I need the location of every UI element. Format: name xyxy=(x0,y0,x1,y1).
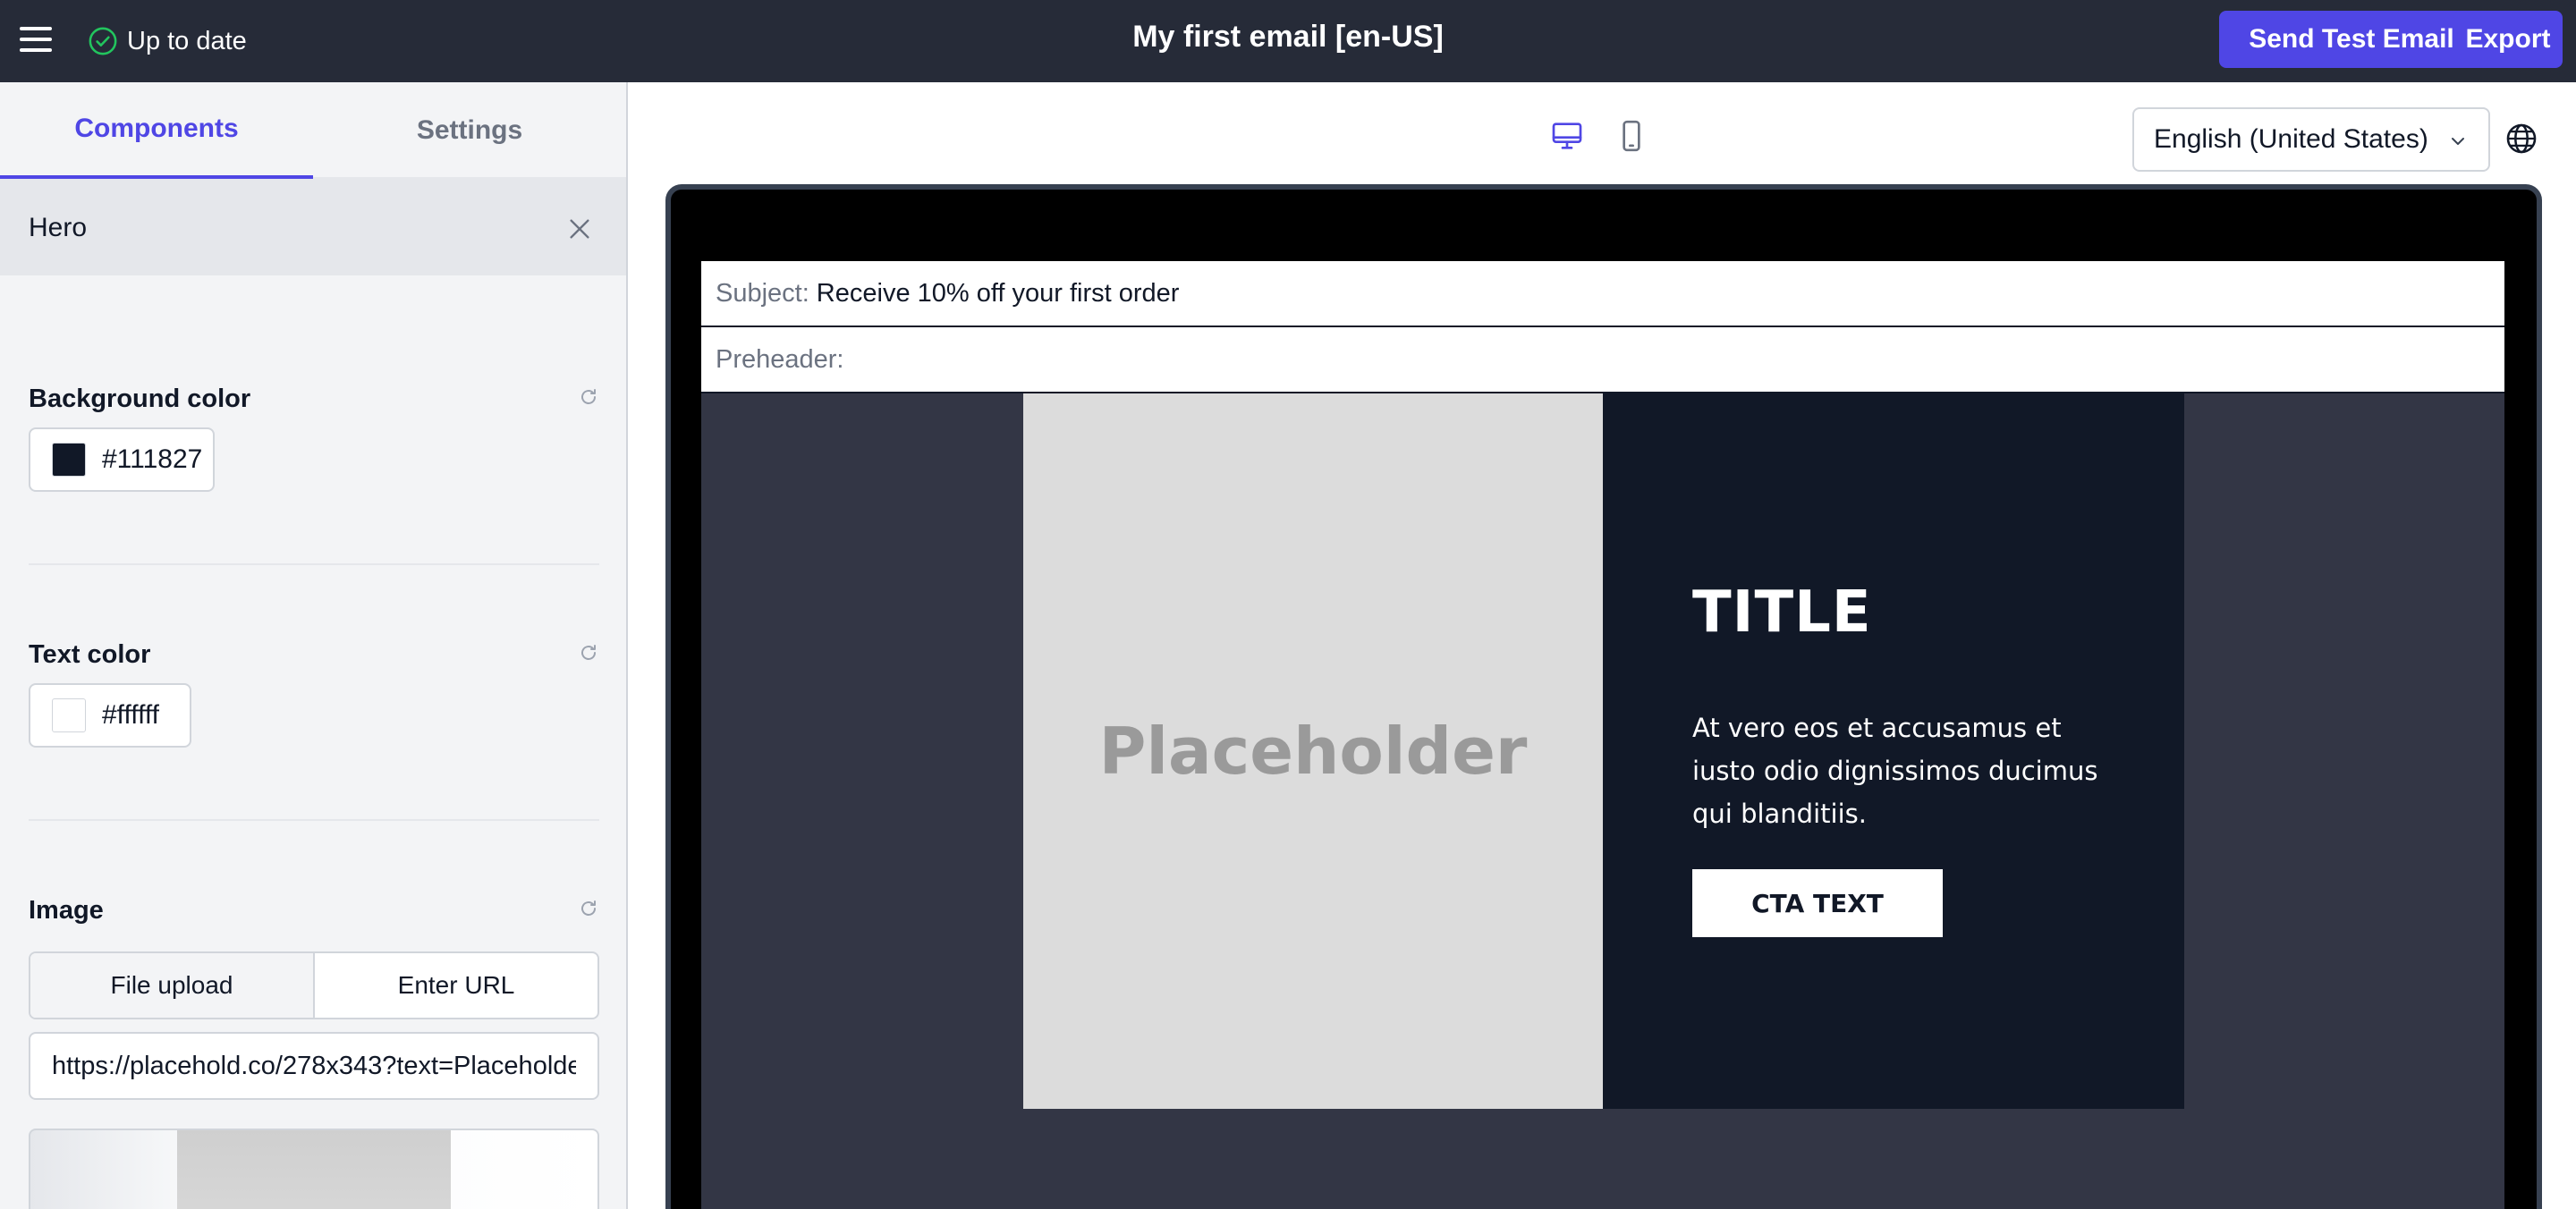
export-button[interactable]: Export xyxy=(2453,11,2563,68)
device-toggle xyxy=(1549,118,1649,154)
component-header: Hero xyxy=(0,179,626,275)
component-title: Hero xyxy=(29,213,88,242)
save-status: Up to date xyxy=(88,23,247,59)
top-bar: Up to date My first email [en-US] Send T… xyxy=(0,0,2576,82)
email-body: Placeholder TITLE At vero eos et accusam… xyxy=(701,393,2504,1209)
subject-value: Receive 10% off your first order xyxy=(816,278,1180,308)
email-meta: Subject: Receive 10% off your first orde… xyxy=(701,261,2504,393)
tab-components[interactable]: Components xyxy=(0,82,313,179)
refresh-icon[interactable] xyxy=(578,386,599,408)
hamburger-icon[interactable] xyxy=(20,25,52,54)
text-color-label: Text color xyxy=(29,640,151,669)
preheader-label: Preheader: xyxy=(716,344,844,374)
file-upload-button[interactable]: File upload xyxy=(30,953,315,1018)
image-label: Image xyxy=(29,896,104,925)
check-circle-icon xyxy=(89,27,117,55)
background-color-value: #111827 xyxy=(102,444,203,474)
sidebar-tabs: Components Settings xyxy=(0,82,626,179)
divider xyxy=(29,563,599,565)
email-title: My first email [en-US] xyxy=(1132,20,1444,54)
enter-url-button[interactable]: Enter URL xyxy=(315,953,597,1018)
subject-label: Subject: xyxy=(716,278,809,308)
background-color-swatch xyxy=(52,443,86,477)
hero-title: TITLE xyxy=(1692,579,1872,646)
image-preview xyxy=(29,1129,599,1209)
globe-icon[interactable] xyxy=(2504,122,2538,156)
tab-settings[interactable]: Settings xyxy=(313,82,626,179)
mobile-icon[interactable] xyxy=(1614,118,1649,154)
text-color-swatch xyxy=(52,698,86,732)
hero-image: Placeholder xyxy=(1023,393,1603,1109)
hero-text: At vero eos et accusamus et iusto odio d… xyxy=(1692,713,2098,829)
desktop-icon[interactable] xyxy=(1549,118,1585,154)
chevron-down-icon xyxy=(2452,138,2464,145)
close-icon[interactable] xyxy=(565,215,594,243)
language-select[interactable]: English (United States) xyxy=(2132,107,2490,172)
subject-row: Subject: Receive 10% off your first orde… xyxy=(701,261,2504,327)
background-color-picker[interactable]: #111827 xyxy=(29,427,215,492)
language-value: English (United States) xyxy=(2154,124,2428,154)
status-text: Up to date xyxy=(127,26,247,55)
divider xyxy=(29,819,599,821)
hero-component[interactable]: Placeholder TITLE At vero eos et accusam… xyxy=(1023,393,2184,1109)
send-test-email-button[interactable]: Send Test Email xyxy=(2219,11,2484,68)
hero-cta-button[interactable]: CTA TEXT xyxy=(1692,869,1943,937)
image-preview-content xyxy=(177,1130,451,1209)
sidebar: Components Settings Hero Background colo… xyxy=(0,82,628,1209)
background-color-label: Background color xyxy=(29,385,251,413)
refresh-icon[interactable] xyxy=(578,898,599,919)
text-color-picker[interactable]: #ffffff xyxy=(29,683,191,748)
text-color-value: #ffffff xyxy=(102,700,159,730)
preheader-row: Preheader: xyxy=(701,327,2504,393)
preview-canvas: English (United States) Subject: Receive… xyxy=(628,82,2576,1209)
hero-image-placeholder-text: Placeholder xyxy=(1098,714,1528,789)
refresh-icon[interactable] xyxy=(578,642,599,664)
image-url-input[interactable] xyxy=(29,1032,599,1100)
image-source-toggle: File upload Enter URL xyxy=(29,951,599,1019)
hero-content: TITLE At vero eos et accusamus et iusto … xyxy=(1603,393,2184,1109)
